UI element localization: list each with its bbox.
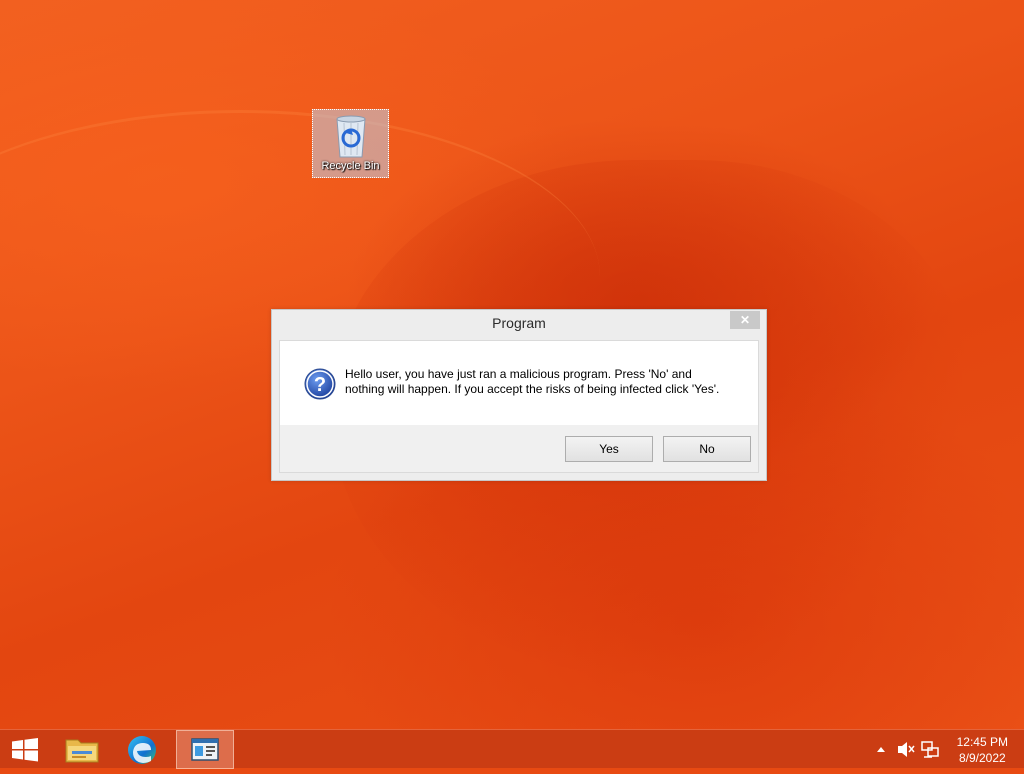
no-button[interactable]: No — [663, 436, 751, 462]
chevron-up-icon — [877, 747, 885, 752]
taskbar-clock[interactable]: 12:45 PM 8/9/2022 — [957, 734, 1008, 766]
taskbar-edge[interactable] — [118, 730, 166, 769]
message-line-1: Hello user, you have just ran a maliciou… — [345, 367, 692, 381]
speaker-muted-icon — [898, 742, 915, 757]
clock-time: 12:45 PM — [956, 735, 1008, 749]
folder-icon — [65, 739, 99, 763]
recycle-bin-icon — [335, 115, 366, 158]
taskbar: 12:45 PM 8/9/2022 — [0, 729, 1024, 769]
message-box-dialog: Program ✕ ? Hello user, you have just ra… — [271, 309, 767, 481]
taskbar-file-explorer[interactable] — [58, 730, 106, 769]
message-line-2: nothing will happen. If you accept the r… — [345, 382, 720, 396]
message-text: Hello user, you have just ran a maliciou… — [345, 367, 745, 397]
edge-browser-icon — [128, 736, 156, 764]
clock-date: 8/9/2022 — [958, 751, 1006, 765]
close-button[interactable]: ✕ — [730, 311, 760, 329]
message-area: ? Hello user, you have just ran a malici… — [280, 341, 758, 425]
tray-overflow[interactable] — [872, 730, 890, 769]
svg-text:?: ? — [314, 374, 326, 396]
taskbar-program[interactable] — [176, 730, 234, 769]
dialog-client-area: ? Hello user, you have just ran a malici… — [279, 340, 759, 473]
yes-button[interactable]: Yes — [565, 436, 653, 462]
network-icon — [921, 741, 939, 758]
desktop-icon-recycle-bin[interactable]: Recycle Bin — [312, 109, 389, 178]
volume-button[interactable] — [894, 730, 916, 769]
dialog-title: Program — [492, 315, 546, 331]
network-button[interactable] — [918, 730, 942, 769]
program-window-icon — [191, 738, 219, 761]
desktop-icon-label: Recycle Bin — [321, 160, 380, 172]
start-button[interactable] — [0, 730, 50, 769]
windows-logo-icon — [12, 738, 38, 762]
question-icon: ? — [304, 368, 336, 400]
